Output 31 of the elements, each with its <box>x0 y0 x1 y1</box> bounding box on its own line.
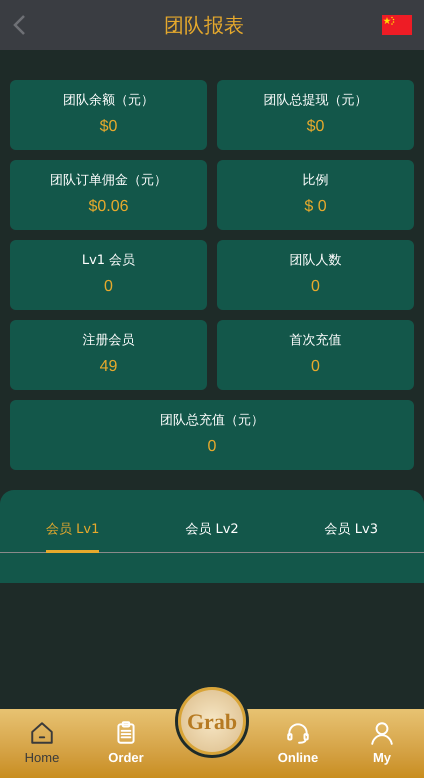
stat-label: 注册会员 <box>82 332 134 350</box>
stat-value: 0 <box>208 436 216 457</box>
stat-value: 0 <box>311 276 320 297</box>
stat-value: $0 <box>100 116 118 137</box>
nav-item[interactable]: Home <box>10 720 74 768</box>
stat-label: 团队订单佣金（元） <box>50 172 167 190</box>
nav-item[interactable]: My <box>350 720 414 768</box>
stat-label: 比例 <box>302 172 328 190</box>
stat-value: $ 0 <box>304 196 327 217</box>
page-title: 团队报表 <box>164 12 244 39</box>
nav-item[interactable]: Online <box>266 720 330 768</box>
stat-value: 49 <box>100 356 118 377</box>
stat-value: 0 <box>311 356 320 377</box>
person-icon <box>369 720 395 746</box>
nav-item[interactable]: Order <box>94 720 158 768</box>
tab[interactable]: 会员 Lv3 <box>324 520 378 552</box>
stat-value: 0 <box>104 276 113 297</box>
stat-label: 团队总充值（元） <box>160 412 264 430</box>
stat-label: 团队总提现（元） <box>264 92 368 110</box>
stat-label: Lv1 会员 <box>82 252 136 270</box>
tab[interactable]: 会员 Lv1 <box>46 520 100 552</box>
stat-label: 团队人数 <box>290 252 342 270</box>
stat-label: 团队余额（元） <box>63 92 154 110</box>
tab[interactable]: 会员 Lv2 <box>185 520 239 552</box>
back-icon[interactable] <box>12 14 26 36</box>
stat-label: 首次充值 <box>290 332 342 350</box>
flag-icon[interactable] <box>382 15 412 35</box>
stat-value: $0 <box>306 116 324 137</box>
grab-button[interactable]: Grab <box>175 684 249 758</box>
stat-value: $0.06 <box>88 196 129 217</box>
home-icon <box>29 720 55 746</box>
